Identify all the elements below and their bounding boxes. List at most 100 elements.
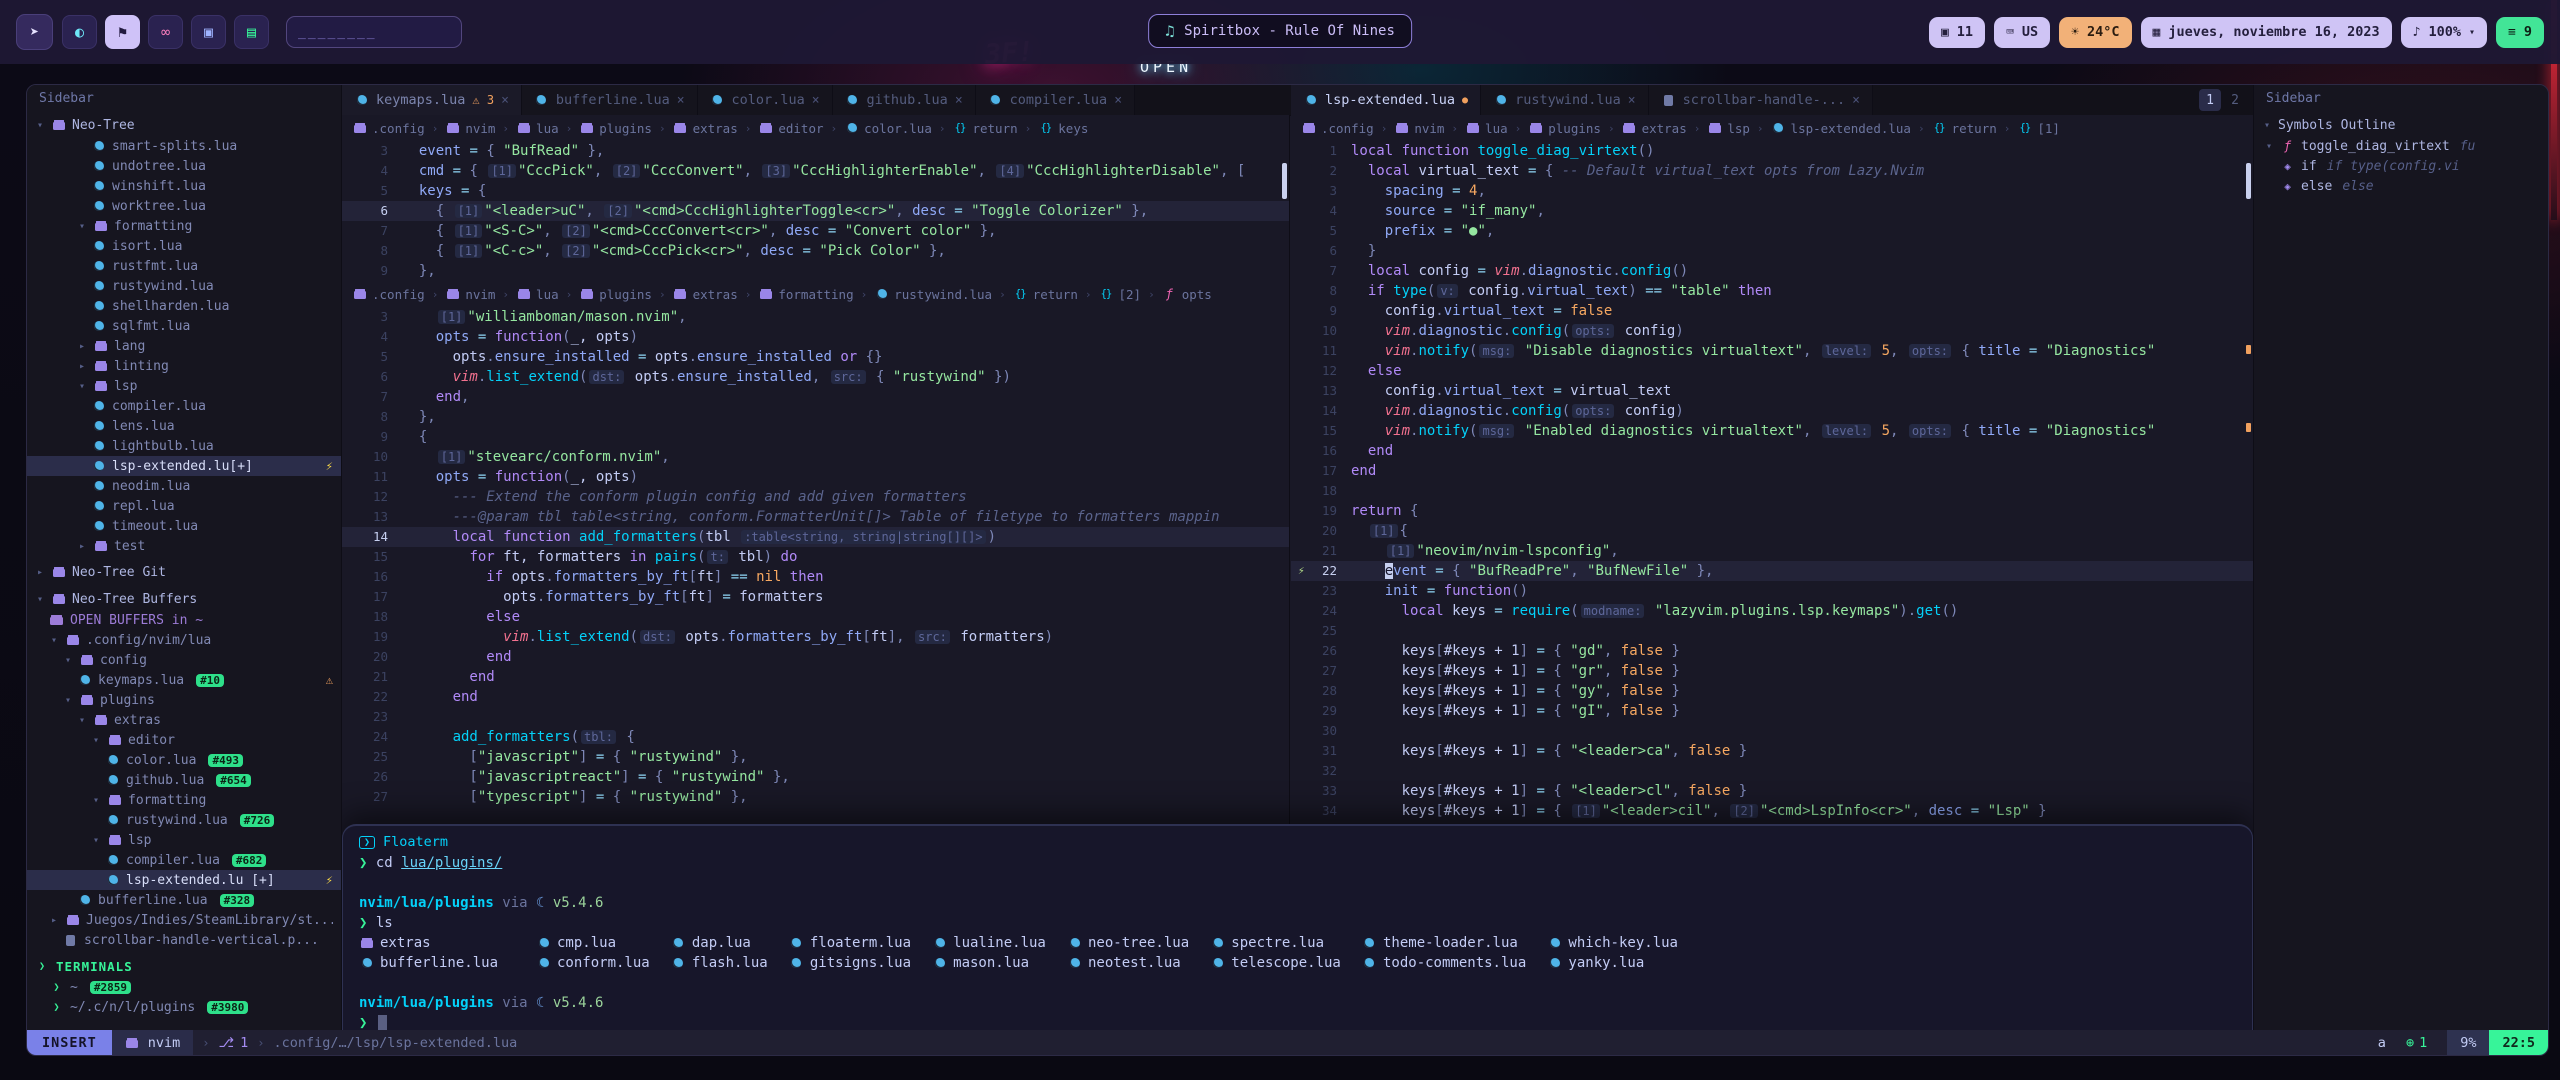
status-badge-9[interactable]: ≡9 [2496,17,2544,48]
crumb-color-lua[interactable]: color.lua [844,121,932,136]
tree-item-extras[interactable]: ▾extras [27,710,341,730]
status-badge-us[interactable]: ⌨US [1994,17,2050,48]
status-badge-100[interactable]: ♪100%▾ [2401,17,2487,48]
crumb-lua[interactable]: lua [516,121,559,136]
crumb-lsp-extended-lua[interactable]: lsp-extended.lua [1771,121,1911,136]
tree-item-plugins[interactable]: ▾plugins [27,690,341,710]
pane-lsp-extended-lua[interactable]: .config›nvim›lua›plugins›extras›lsp›lsp-… [1291,115,2253,821]
crumb-lsp[interactable]: lsp [1707,121,1750,136]
tree-item-item[interactable]: ❯~#2859 [27,977,341,997]
tree-item-isort-lua[interactable]: isort.lua [27,236,341,256]
tree-item-sqlfmt-lua[interactable]: sqlfmt.lua [27,316,341,336]
tree-item-linting[interactable]: ▸linting [27,356,341,376]
tree-item-formatting[interactable]: ▾formatting [27,216,341,236]
crumb-plugins[interactable]: plugins [579,287,652,302]
crumb-rustywind-lua[interactable]: rustywind.lua [874,287,992,302]
tree-item-lsp-extended-lu[interactable]: lsp-extended.lu[+]⚡ [27,456,341,476]
section-header-neo-tree-git[interactable]: ▸Neo-Tree Git [27,561,341,583]
tree-item-winshift-lua[interactable]: winshift.lua [27,176,341,196]
tree-item-keymaps-lua[interactable]: keymaps.lua#10⚠ [27,670,341,690]
topbar-input[interactable]: ________ [286,16,462,48]
workspace-button-5[interactable]: ▤ [234,15,269,49]
close-icon[interactable]: × [677,93,685,108]
crumb-config[interactable]: .config [352,287,425,302]
workspace-button-4[interactable]: ▣ [191,15,226,49]
tree-item-test[interactable]: ▸test [27,536,341,556]
tab-keymaps-lua[interactable]: keymaps.lua⚠ 3× [342,85,522,115]
crumb-return[interactable]: {}return [1013,287,1078,302]
crumb-plugins[interactable]: plugins [579,121,652,136]
crumb-lua[interactable]: lua [1465,121,1508,136]
tree-item-lens-lua[interactable]: lens.lua [27,416,341,436]
tree-item-worktree-lua[interactable]: worktree.lua [27,196,341,216]
crumb-extras[interactable]: extras [673,121,738,136]
close-icon[interactable]: × [955,93,963,108]
tree-item-rustfmt-lua[interactable]: rustfmt.lua [27,256,341,276]
tree-item-repl-lua[interactable]: repl.lua [27,496,341,516]
crumb-2[interactable]: {}[2] [1098,287,1141,302]
tree-item-undotree-lua[interactable]: undotree.lua [27,156,341,176]
tree-item-neodim-lua[interactable]: neodim.lua [27,476,341,496]
tree-item-scrollbar-handle-vertical-p[interactable]: scrollbar-handle-vertical.p... [27,930,341,950]
crumb-return[interactable]: {}return [1932,121,1997,136]
symbols-outline-header[interactable]: ▾ Symbols Outline [2254,114,2548,136]
crumb-keys[interactable]: {}keys [1038,121,1088,136]
tree-item-compiler-lua[interactable]: compiler.lua [27,396,341,416]
crumb-config[interactable]: .config [1301,121,1374,136]
tree-item-timeout-lua[interactable]: timeout.lua [27,516,341,536]
tree-item-lsp[interactable]: ▾lsp [27,376,341,396]
workspace-button-1[interactable]: ◐ [62,15,97,49]
tab-compiler-lua[interactable]: compiler.lua× [976,85,1135,115]
code-area[interactable]: 1local function toggle_diag_virtext()2 l… [1291,141,2253,821]
tab-github-lua[interactable]: github.lua× [833,85,976,115]
outline-item-else[interactable]: ◈elseelse [2254,176,2548,196]
tree-item-github-lua[interactable]: github.lua#654 [27,770,341,790]
tree-item-formatting[interactable]: ▾formatting [27,790,341,810]
code-area[interactable]: 3 [1]"williamboman/mason.nvim",4 opts = … [342,307,1289,807]
close-icon[interactable]: × [1114,93,1122,108]
tree-item-lsp[interactable]: ▾lsp [27,830,341,850]
tree-item-shellharden-lua[interactable]: shellharden.lua [27,296,341,316]
tree-item-c-n-l-plugins[interactable]: ❯~/.c/n/l/plugins#3980 [27,997,341,1017]
crumb-extras[interactable]: extras [673,287,738,302]
status-badge-jueves-noviembre-16-2023[interactable]: ▦jueves, noviembre 16, 2023 [2141,17,2392,48]
tree-item-lightbulb-lua[interactable]: lightbulb.lua [27,436,341,456]
tab-lsp-extended-lua[interactable]: lsp-extended.lua● [1291,85,1481,115]
tree-item-lsp-extended-lu[interactable]: lsp-extended.lu [+]⚡ [27,870,341,890]
tree-item-editor[interactable]: ▾editor [27,730,341,750]
outline-item-toggle-diag-virtext[interactable]: ▾ƒtoggle_diag_virtextfu [2254,136,2548,156]
tree-item-lang[interactable]: ▸lang [27,336,341,356]
outline-item-if[interactable]: ◈ifif type(config.vi [2254,156,2548,176]
tab-scrollbar-handle[interactable]: scrollbar-handle-...× [1649,85,1873,115]
tab-rustywind-lua[interactable]: rustywind.lua× [1481,85,1649,115]
tree-item-open-buffers-in[interactable]: OPEN BUFFERS in ~ [27,610,341,630]
workspace-button-2[interactable]: ⚑ [105,15,140,49]
crumb-extras[interactable]: extras [1622,121,1687,136]
code-area[interactable]: 3 event = { "BufRead" },4 cmd = { [1]"Cc… [342,141,1289,281]
tab-color-lua[interactable]: color.lua× [698,85,833,115]
tree-item-config[interactable]: ▾config [27,650,341,670]
tree-item-juegos-indies-steamlibrary-st[interactable]: ▸Juegos/Indies/SteamLibrary/st... [27,910,341,930]
section-header-terminals[interactable]: ❯TERMINALS [27,955,341,977]
tree-item-rustywind-lua[interactable]: rustywind.lua#726 [27,810,341,830]
tree-item-rustywind-lua[interactable]: rustywind.lua [27,276,341,296]
tree-item-color-lua[interactable]: color.lua#493 [27,750,341,770]
pane-color-lua[interactable]: .config›nvim›lua›plugins›extras›editor›c… [342,115,1289,281]
scrollbar-handle[interactable] [1282,163,1287,199]
crumb-1[interactable]: {}[1] [2017,121,2060,136]
pane-rustywind-lua[interactable]: .config›nvim›lua›plugins›extras›formatti… [342,281,1289,807]
launcher-button[interactable]: ➤ [16,14,53,50]
tab-bufferline-lua[interactable]: bufferline.lua× [522,85,698,115]
floaterm-window[interactable]: ❯ Floaterm ❯ cd lua/plugins/nvim/lua/plu… [342,824,2253,1030]
tree-item-config-nvim-lua[interactable]: ▾.config/nvim/lua [27,630,341,650]
now-playing-pill[interactable]: ♫ Spiritbox - Rule Of Nines [1148,14,1412,48]
close-icon[interactable]: × [812,93,820,108]
status-badge-11[interactable]: ▣11 [1929,17,1985,48]
close-icon[interactable]: × [501,93,509,108]
crumb-nvim[interactable]: nvim [1394,121,1444,136]
section-header-neo-tree-buffers[interactable]: ▾Neo-Tree Buffers [27,588,341,610]
crumb-opts[interactable]: ƒopts [1162,287,1212,302]
crumb-nvim[interactable]: nvim [445,287,495,302]
section-header-neo-tree[interactable]: ▾Neo-Tree [27,114,341,136]
close-icon[interactable]: × [1852,93,1860,108]
